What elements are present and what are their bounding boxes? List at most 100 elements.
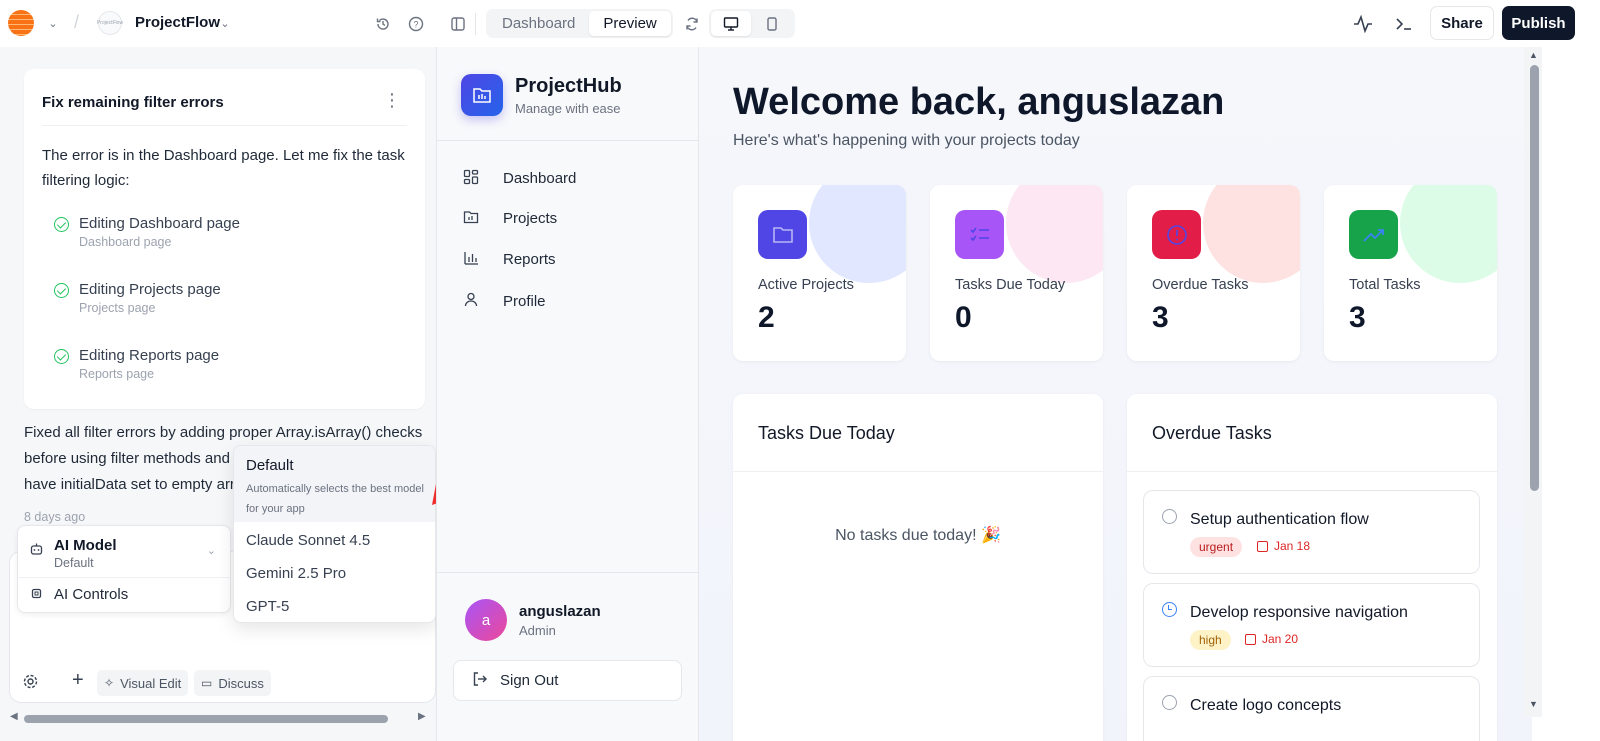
stat-label: Total Tasks	[1349, 277, 1421, 293]
circle-icon[interactable]	[1162, 509, 1177, 524]
app-sidebar: ProjectHub Manage with ease Dashboard Pr…	[437, 47, 699, 741]
stat-value: 0	[955, 301, 972, 334]
scroll-left-icon[interactable]: ◀	[10, 711, 18, 722]
composer-toolbar: + ✧ Visual Edit ▭ Discuss	[9, 667, 436, 697]
pointer-sparkle-icon: ✧	[104, 676, 115, 690]
model-option-description: Automatically selects the best model for…	[246, 483, 424, 515]
settings-icon[interactable]	[22, 673, 39, 693]
desktop-view-button[interactable]	[711, 11, 751, 36]
tasks-due-today-panel: Tasks Due Today No tasks due today! 🎉	[733, 394, 1103, 741]
more-options-icon[interactable]: ⋮	[383, 91, 401, 109]
smartphone-icon	[767, 16, 777, 31]
app-preview: ProjectHub Manage with ease Dashboard Pr…	[436, 47, 1600, 741]
checklist-icon	[955, 210, 1004, 259]
stat-label: Overdue Tasks	[1152, 277, 1249, 293]
model-option-gpt[interactable]: GPT-5	[246, 598, 289, 615]
chevron-down-icon[interactable]: ⌄	[44, 14, 62, 32]
stat-value: 3	[1349, 301, 1366, 334]
visual-edit-button[interactable]: ✧ Visual Edit	[97, 670, 189, 696]
help-icon[interactable]: ?	[406, 14, 426, 34]
edit-step-label: Editing Dashboard page	[79, 215, 240, 232]
due-date: Jan 20	[1245, 632, 1298, 646]
folder-icon	[461, 210, 481, 227]
sign-out-label: Sign Out	[500, 672, 559, 689]
project-name[interactable]: ProjectFlow	[135, 14, 220, 31]
stat-value: 3	[1152, 301, 1169, 334]
avatar[interactable]: a	[465, 599, 507, 641]
ai-model-title: AI Model	[54, 537, 117, 554]
user-icon	[461, 292, 481, 310]
ai-controls-label: AI Controls	[54, 586, 129, 603]
horizontal-scrollbar[interactable]	[24, 715, 388, 723]
edit-step-label: Editing Projects page	[79, 281, 221, 298]
scroll-right-icon[interactable]: ▶	[418, 711, 426, 722]
divider	[1127, 471, 1497, 472]
divider	[437, 140, 699, 141]
edit-step-sub: Projects page	[79, 301, 156, 315]
task-item[interactable]: Setup authentication flow urgent Jan 18	[1143, 490, 1480, 574]
tab-dashboard[interactable]: Dashboard	[488, 11, 589, 36]
sidebar-item-label: Profile	[503, 292, 546, 310]
due-date: Jan 18	[1257, 539, 1310, 553]
sidebar-toggle-icon[interactable]	[448, 14, 468, 34]
model-option-name: Default	[246, 457, 294, 474]
history-icon[interactable]	[373, 14, 393, 34]
sidebar-item-reports[interactable]: Reports	[461, 251, 556, 268]
model-option-gemini[interactable]: Gemini 2.5 Pro	[246, 565, 346, 582]
circle-icon[interactable]	[1162, 695, 1177, 710]
discuss-button[interactable]: ▭ Discuss	[194, 670, 271, 696]
clock-icon[interactable]	[1162, 602, 1177, 617]
dashboard-main: Welcome back, anguslazan Here's what's h…	[699, 47, 1532, 741]
sign-out-button[interactable]: Sign Out	[453, 660, 682, 701]
svg-text:?: ?	[413, 20, 418, 30]
vertical-scrollbar[interactable]	[1530, 65, 1539, 491]
terminal-icon[interactable]	[1393, 13, 1415, 35]
ai-model-value: Default	[54, 556, 94, 570]
folder-icon	[758, 210, 807, 259]
ai-model-menu: AI Model Default ⌄ AI Controls	[17, 525, 231, 613]
tab-preview[interactable]: Preview	[589, 11, 671, 36]
folder-chart-icon	[473, 88, 491, 103]
add-icon[interactable]: +	[72, 670, 84, 690]
scroll-up-icon[interactable]: ▲	[1529, 50, 1538, 60]
task-item[interactable]: Develop responsive navigation high Jan 2…	[1143, 583, 1480, 667]
calendar-icon	[1245, 633, 1256, 645]
stat-label: Active Projects	[758, 277, 854, 293]
ai-model-selector[interactable]: AI Model Default ⌄	[18, 526, 230, 578]
task-item[interactable]: Create logo concepts	[1143, 676, 1480, 741]
overdue-tasks-panel: Overdue Tasks Setup authentication flow …	[1127, 394, 1497, 741]
due-date-text: Jan 18	[1274, 539, 1311, 553]
app-name: ProjectHub	[515, 75, 622, 97]
stat-card-overdue-tasks: Overdue Tasks 3	[1127, 185, 1300, 361]
refresh-icon[interactable]	[682, 14, 702, 34]
publish-button[interactable]: Publish	[1502, 6, 1575, 40]
message-square-icon: ▭	[201, 676, 213, 690]
sidebar-item-profile[interactable]: Profile	[461, 292, 546, 310]
mobile-view-button[interactable]	[751, 11, 793, 36]
message-timestamp: 8 days ago	[24, 510, 86, 524]
calendar-icon	[1257, 540, 1268, 552]
sidebar-item-dashboard[interactable]: Dashboard	[461, 169, 576, 188]
ai-controls-item[interactable]: AI Controls	[18, 578, 230, 612]
priority-badge: urgent	[1190, 537, 1243, 557]
chevron-down-icon[interactable]: ⌄	[218, 14, 232, 32]
activity-icon[interactable]	[1352, 13, 1374, 35]
message-line: Fixed all filter errors by adding proper…	[24, 424, 423, 441]
stat-card-active-projects: Active Projects 2	[733, 185, 906, 361]
scroll-down-icon[interactable]: ▼	[1529, 699, 1538, 709]
app-logo[interactable]	[461, 74, 503, 116]
empty-state-message: No tasks due today! 🎉	[835, 527, 1001, 544]
model-option-claude[interactable]: Claude Sonnet 4.5	[246, 532, 370, 549]
chevron-down-icon: ⌄	[206, 545, 216, 557]
task-card: Fix remaining filter errors ⋮ The error …	[24, 69, 425, 409]
bot-icon	[30, 543, 43, 558]
visual-edit-label: Visual Edit	[120, 675, 182, 691]
share-button[interactable]: Share	[1430, 6, 1494, 40]
app-logo-icon[interactable]	[8, 10, 34, 36]
stat-label: Tasks Due Today	[955, 277, 1066, 293]
bar-chart-icon	[461, 251, 481, 268]
sidebar-item-projects[interactable]: Projects	[461, 210, 557, 227]
chat-panel: Fix remaining filter errors ⋮ The error …	[0, 47, 446, 741]
task-title: Setup authentication flow	[1190, 511, 1369, 528]
model-option-default[interactable]: Default Automatically selects the best m…	[234, 446, 435, 522]
